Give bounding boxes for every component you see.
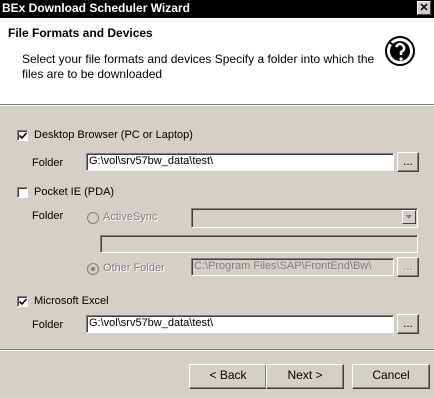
activesync-combo[interactable]	[191, 208, 418, 228]
page-description: Select your file formats and devices Spe…	[22, 52, 375, 81]
next-button[interactable]: Next >	[266, 364, 344, 389]
desktop-browse-button[interactable]: ...	[397, 152, 419, 172]
wizard-help-icon	[385, 36, 415, 66]
header-separator	[0, 104, 434, 106]
excel-checkbox[interactable]	[17, 296, 28, 307]
excel-label: Microsoft Excel	[34, 295, 109, 307]
other-folder-label: Other Folder	[103, 262, 165, 274]
window-title: BEx Download Scheduler Wizard	[2, 1, 190, 15]
desktop-browser-label: Desktop Browser (PC or Laptop)	[34, 129, 193, 141]
desktop-folder-label: Folder	[32, 157, 64, 169]
other-folder-radio[interactable]	[87, 263, 99, 275]
excel-folder-label: Folder	[32, 319, 64, 331]
excel-browse-button[interactable]: ...	[397, 314, 419, 334]
page-title: File Formats and Devices	[8, 26, 153, 40]
footer-separator	[0, 349, 434, 351]
dropdown-arrow-button[interactable]	[402, 210, 416, 224]
desktop-folder-input[interactable]: G:\vol\srv57bw_data\test\	[86, 153, 394, 171]
radio-dot	[91, 267, 95, 271]
pocket-ie-label: Pocket IE (PDA)	[34, 186, 115, 198]
other-folder-input[interactable]: C:\Program Files\SAP\FrontEnd\Bw\	[191, 258, 394, 276]
cancel-button[interactable]: Cancel	[352, 364, 430, 389]
pocket-browse-button[interactable]: ...	[397, 257, 419, 277]
checkmark-icon	[19, 132, 27, 140]
wizard-header: File Formats and Devices Select your fil…	[0, 18, 434, 104]
checkmark-icon	[19, 298, 27, 306]
excel-folder-input[interactable]: G:\vol\srv57bw_data\test\	[86, 315, 394, 333]
title-bar: BEx Download Scheduler Wizard ✕	[0, 0, 434, 18]
activesync-label: ActiveSync	[103, 211, 158, 223]
back-button[interactable]: < Back	[189, 364, 267, 389]
chevron-down-icon	[405, 215, 412, 219]
desktop-browser-checkbox[interactable]	[17, 130, 28, 141]
close-button[interactable]: ✕	[417, 1, 431, 15]
activesync-radio[interactable]	[87, 212, 99, 224]
close-icon: ✕	[419, 2, 429, 14]
pocket-folder-label: Folder	[32, 210, 64, 222]
activesync-path-field[interactable]	[100, 235, 418, 253]
pocket-ie-checkbox[interactable]	[17, 187, 28, 198]
